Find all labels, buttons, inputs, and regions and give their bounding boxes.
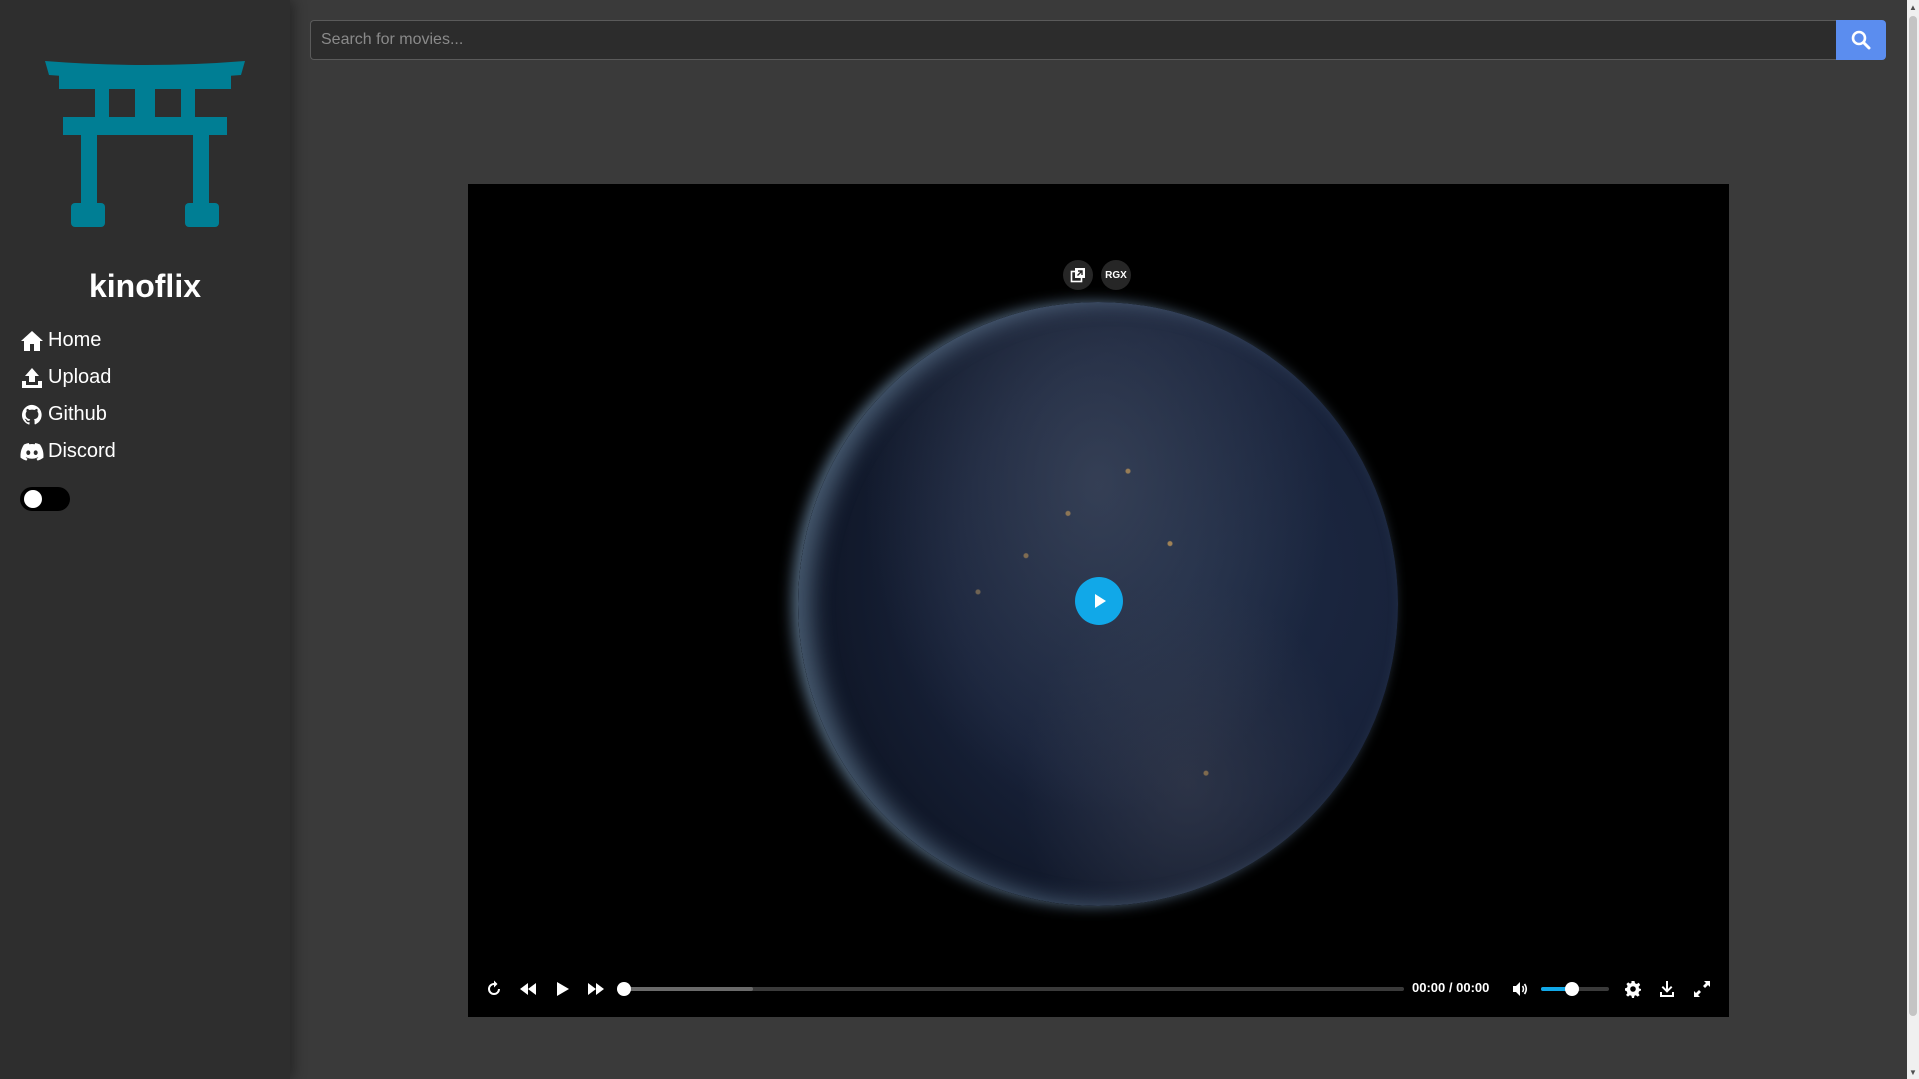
rgx-button[interactable]: RGX (1101, 260, 1131, 290)
duration: 00:00 (1456, 980, 1490, 995)
time-display: 00:00 / 00:00 (1412, 980, 1489, 995)
volume-thumb[interactable] (1564, 982, 1579, 996)
theme-toggle[interactable] (20, 487, 70, 511)
fast-forward-button[interactable] (584, 977, 608, 1001)
seek-thumb[interactable] (617, 982, 631, 996)
sidebar: kinoflix Home Upload Github Discord (0, 0, 290, 1079)
volume-icon (1513, 982, 1528, 996)
sidebar-item-home[interactable]: Home (20, 322, 116, 359)
fullscreen-icon (1694, 981, 1710, 997)
replay-icon (488, 980, 500, 995)
big-play-button[interactable] (1075, 577, 1123, 625)
sidebar-nav: Home Upload Github Discord (20, 322, 116, 470)
fullscreen-button[interactable] (1690, 977, 1714, 1001)
download-button[interactable] (1655, 977, 1679, 1001)
brand-name: kinoflix (88, 268, 201, 304)
sidebar-item-discord[interactable]: Discord (20, 433, 116, 470)
sidebar-item-github[interactable]: Github (20, 396, 116, 433)
time-separator: / (1448, 980, 1453, 995)
picture-in-picture-button[interactable] (1063, 260, 1093, 290)
play-icon (557, 982, 569, 996)
play-button[interactable] (550, 977, 574, 1001)
upload-icon (22, 367, 42, 388)
torii-gate-logo-icon (45, 61, 245, 227)
search-bar (310, 20, 1886, 60)
toggle-knob (24, 490, 42, 508)
search-input[interactable] (310, 20, 1836, 60)
scroll-up-arrow-icon[interactable]: ▲ (1907, 0, 1919, 14)
search-icon (1851, 30, 1871, 50)
sidebar-item-label: Home (48, 329, 102, 351)
scroll-thumb[interactable] (1909, 16, 1917, 1016)
sidebar-item-label: Github (48, 403, 107, 425)
video-player[interactable]: RGX 00:00 / 00:00 (468, 184, 1729, 1017)
play-icon (1095, 594, 1106, 608)
seek-bar[interactable] (617, 982, 1404, 996)
search-button[interactable] (1836, 20, 1886, 60)
settings-button[interactable] (1621, 977, 1645, 1001)
rewind-icon (520, 983, 536, 995)
discord-icon (20, 442, 44, 461)
page-scrollbar[interactable]: ▲ ▼ (1907, 0, 1919, 1079)
picture-in-picture-icon (1070, 268, 1085, 283)
home-icon (21, 330, 43, 351)
rgx-label: RGX (1105, 269, 1127, 281)
mute-button[interactable] (1508, 977, 1532, 1001)
replay-button[interactable] (482, 977, 506, 1001)
sidebar-item-label: Upload (48, 366, 112, 388)
github-icon (21, 404, 42, 425)
current-time: 00:00 (1412, 980, 1446, 995)
fast-forward-icon (588, 983, 604, 995)
rewind-button[interactable] (516, 977, 540, 1001)
sidebar-item-upload[interactable]: Upload (20, 359, 116, 396)
gear-icon (1625, 981, 1641, 998)
scroll-down-arrow-icon[interactable]: ▼ (1907, 1065, 1919, 1079)
buffered-range (624, 987, 753, 991)
download-icon (1660, 981, 1674, 997)
sidebar-item-label: Discord (48, 440, 116, 462)
volume-slider[interactable] (1541, 982, 1609, 996)
player-controls: 00:00 / 00:00 (468, 961, 1729, 1017)
